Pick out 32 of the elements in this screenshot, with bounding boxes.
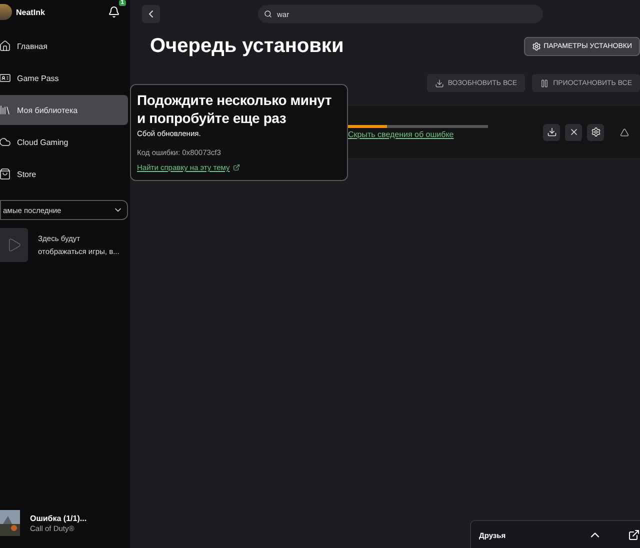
library-icon (0, 104, 11, 116)
nav-item[interactable]: Game Pass (0, 63, 128, 93)
download-icon (434, 78, 444, 88)
profile-name: NeatInk (16, 8, 46, 16)
home-icon (0, 40, 11, 52)
bag-icon (0, 168, 11, 180)
settings-button[interactable] (587, 124, 604, 140)
play-icon (6, 237, 22, 253)
cloud-icon (0, 136, 11, 148)
external-link-icon (232, 164, 240, 171)
nav-item[interactable]: Store (0, 159, 128, 189)
cancel-button[interactable] (565, 124, 582, 140)
nav-item[interactable]: Cloud Gaming (0, 127, 128, 157)
popout-icon[interactable] (628, 529, 640, 541)
gear-icon (532, 42, 541, 51)
nav-item[interactable]: Главная (0, 31, 128, 61)
collapse-icon[interactable] (620, 128, 629, 136)
close-icon (568, 127, 578, 137)
nav-item[interactable]: Моя библиотека (0, 95, 128, 125)
back-button[interactable] (142, 5, 160, 23)
pause-icon (540, 78, 550, 88)
card-icon (0, 72, 11, 84)
hide-error-link[interactable]: Скрыть сведения об ошибке (348, 130, 488, 139)
bell-icon[interactable] (108, 6, 120, 18)
download-icon (546, 127, 556, 137)
download-button[interactable] (543, 124, 560, 140)
avatar[interactable] (0, 4, 12, 20)
gear-icon (590, 127, 600, 137)
search-icon (264, 10, 272, 18)
download-status: Ошибка (1/1)... (30, 514, 87, 522)
error-title: Подождите несколько минут и попробуйте еще раз (137, 91, 333, 127)
page-title: Очередь установки (150, 35, 344, 58)
